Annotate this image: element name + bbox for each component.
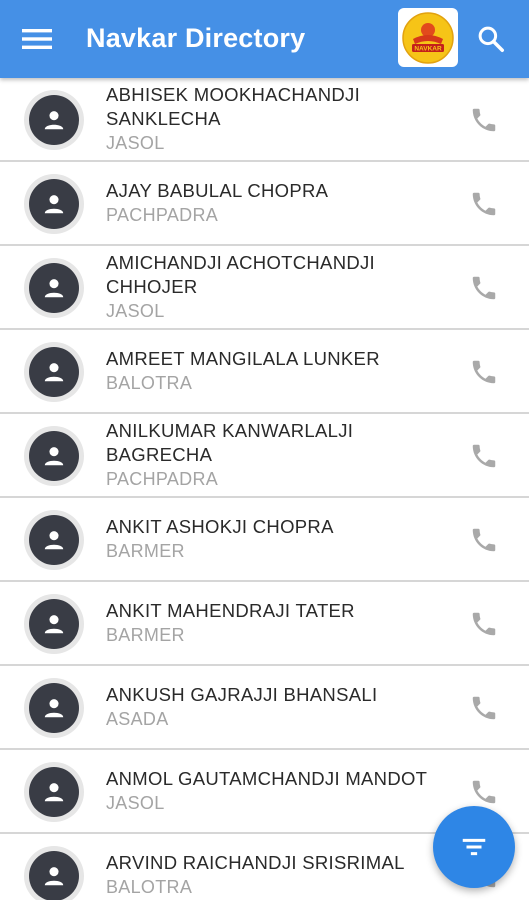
call-button[interactable] [464,184,504,224]
contact-name: ANMOL GAUTAMCHANDJI MANDOT [106,768,428,789]
app-logo-button[interactable]: NAVKAR [398,8,458,67]
avatar [24,762,84,822]
contact-place: BALOTRA [106,373,193,393]
person-icon [44,783,64,802]
menu-button[interactable] [14,20,60,58]
contact-place: BARMER [106,625,185,645]
call-button[interactable] [464,268,504,308]
contact-place: JASOL [106,793,165,813]
filter-fab-button[interactable] [433,806,515,888]
phone-icon [472,360,496,384]
contact-text: AMICHANDJI ACHOTCHANDJI CHHOJER JASOL [106,246,446,328]
contact-text: AMREET MANGILALA LUNKER BALOTRA [106,330,446,412]
phone-icon [472,108,496,132]
call-button[interactable] [464,436,504,476]
contact-place: ASADA [106,709,169,729]
contact-row[interactable]: ABHISEK MOOKHACHANDJI SANKLECHA JASOL [0,78,529,162]
contact-text: AJAY BABULAL CHOPRA PACHPADRA [106,162,446,244]
person-icon [44,699,64,718]
avatar [24,510,84,570]
contact-text: ABHISEK MOOKHACHANDJI SANKLECHA JASOL [106,78,446,160]
avatar [24,594,84,654]
call-button[interactable] [464,604,504,644]
contact-text: ANILKUMAR KANWARLALJI BAGRECHA PACHPADRA [106,414,446,496]
contact-name: ARVIND RAICHANDJI SRISRIMAL [106,852,405,873]
avatar [24,90,84,150]
contact-row[interactable]: ANILKUMAR KANWARLALJI BAGRECHA PACHPADRA [0,414,529,498]
contact-text: ANKUSH GAJRAJJI BHANSALI ASADA [106,666,446,748]
phone-icon [472,276,496,300]
avatar [24,846,84,900]
menu-icon [22,29,52,49]
contact-place: PACHPADRA [106,205,219,225]
contact-list: ABHISEK MOOKHACHANDJI SANKLECHA JASOL AJ… [0,78,529,900]
contact-row[interactable]: AJAY BABULAL CHOPRA PACHPADRA [0,162,529,246]
app-screen: Navkar Directory NAVKAR ABHISEK MOOKHACH… [0,0,529,900]
contact-row[interactable]: AMREET MANGILALA LUNKER BALOTRA [0,330,529,414]
contact-name: ANKIT ASHOKJI CHOPRA [106,516,334,537]
person-icon [44,111,64,130]
contact-place: PACHPADRA [106,469,219,489]
app-title: Navkar Directory [86,23,306,53]
contact-text: ANMOL GAUTAMCHANDJI MANDOT JASOL [106,750,446,832]
app-bar: Navkar Directory NAVKAR [0,0,529,78]
phone-icon [472,612,496,636]
call-button[interactable] [464,100,504,140]
search-icon [478,26,504,52]
contact-name: ABHISEK MOOKHACHANDJI SANKLECHA [106,84,361,129]
contact-text: ANKIT MAHENDRAJI TATER BARMER [106,582,446,664]
person-icon [44,363,64,382]
avatar [24,174,84,234]
contact-text: ARVIND RAICHANDJI SRISRIMAL BALOTRA [106,834,446,900]
phone-icon [472,192,496,216]
phone-icon [472,780,496,804]
contact-text: ANKIT ASHOKJI CHOPRA BARMER [106,498,446,580]
app-logo: NAVKAR [402,11,454,64]
contact-name: ANILKUMAR KANWARLALJI BAGRECHA [106,420,354,465]
contact-name: AMREET MANGILALA LUNKER [106,348,380,369]
contact-place: JASOL [106,301,165,321]
contact-place: BALOTRA [106,877,193,897]
contact-place: JASOL [106,133,165,153]
person-icon [44,447,64,466]
avatar [24,678,84,738]
contact-name: ANKIT MAHENDRAJI TATER [106,600,355,621]
person-icon [44,195,64,214]
avatar [24,342,84,402]
contact-place: BARMER [106,541,185,561]
call-button[interactable] [464,520,504,560]
phone-icon [472,528,496,552]
search-button[interactable] [470,18,512,60]
app-logo-text: NAVKAR [414,45,442,52]
filter-icon [462,838,486,856]
contact-name: AMICHANDJI ACHOTCHANDJI CHHOJER [106,252,375,297]
person-icon [44,279,64,298]
contact-name: ANKUSH GAJRAJJI BHANSALI [106,684,378,705]
phone-icon [472,696,496,720]
avatar [24,258,84,318]
avatar [24,426,84,486]
person-icon [44,531,64,550]
call-button[interactable] [464,688,504,728]
person-icon [44,867,64,886]
contact-row[interactable]: ANKIT MAHENDRAJI TATER BARMER [0,582,529,666]
call-button[interactable] [464,352,504,392]
contact-row[interactable]: AMICHANDJI ACHOTCHANDJI CHHOJER JASOL [0,246,529,330]
contact-row[interactable]: ANKIT ASHOKJI CHOPRA BARMER [0,498,529,582]
contact-row[interactable]: ANKUSH GAJRAJJI BHANSALI ASADA [0,666,529,750]
phone-icon [472,444,496,468]
person-icon [44,615,64,634]
contact-name: AJAY BABULAL CHOPRA [106,180,329,201]
